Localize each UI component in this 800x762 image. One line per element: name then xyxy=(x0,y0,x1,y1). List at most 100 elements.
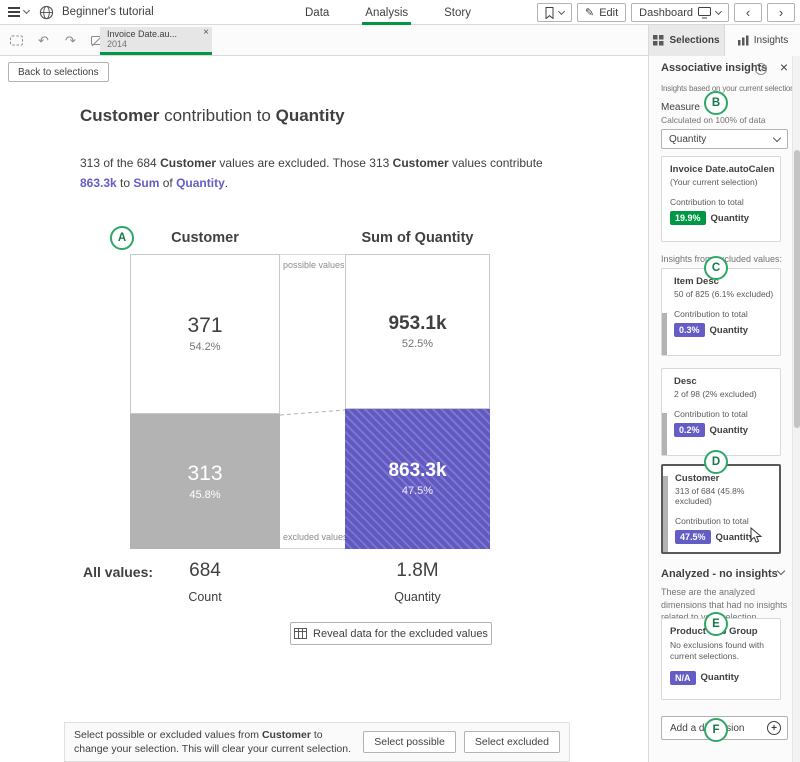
next-sheet-button[interactable]: › xyxy=(767,3,795,22)
chevron-down-icon xyxy=(773,133,781,141)
measure-select[interactable]: Quantity xyxy=(661,129,788,149)
tab-insights[interactable]: Insights xyxy=(724,25,800,56)
reveal-data-button[interactable]: Reveal data for the excluded values xyxy=(290,622,492,645)
main-content: Back to selections Customer contribution… xyxy=(0,56,648,762)
bookmark-icon xyxy=(545,7,554,19)
prev-sheet-button[interactable]: ‹ xyxy=(734,3,762,22)
current-selection-card[interactable]: Invoice Date.autoCalen... (Your current … xyxy=(661,156,781,242)
step-forward-icon: ↷ xyxy=(65,33,76,49)
panel-tabs: Selections Insights xyxy=(648,25,800,56)
select-possible-button[interactable]: Select possible xyxy=(363,731,456,753)
associative-insights-panel: Associative insights ? × Insights based … xyxy=(648,56,800,762)
quantity-excluded-segment[interactable]: 863.3k 47.5% xyxy=(345,409,490,549)
tab-selections[interactable]: Selections xyxy=(648,25,724,56)
insight-card-desc[interactable]: Desc 2 of 98 (2% excluded) Contribution … xyxy=(661,368,781,456)
quantity-bar: 953.1k 52.5% 863.3k 47.5% xyxy=(345,254,490,549)
contribution-badge: 0.3% xyxy=(674,323,705,337)
excluded-pct: 47.5% xyxy=(402,485,433,497)
plus-icon: + xyxy=(767,721,781,735)
annotation-d: D xyxy=(704,450,728,474)
view-tabs: Data Analysis Story xyxy=(302,0,474,25)
selections-step-back-button[interactable]: ↶ xyxy=(32,29,55,52)
lasso-selection-button[interactable] xyxy=(5,29,28,52)
chevron-down-icon xyxy=(715,7,722,14)
edit-button[interactable]: ✎ Edit xyxy=(577,3,626,22)
hamburger-icon xyxy=(8,7,20,17)
chevron-down-icon[interactable] xyxy=(777,567,785,575)
insight-card-item-desc[interactable]: Item Desc 50 of 825 (6.1% excluded) Cont… xyxy=(661,268,781,356)
chart-body: 371 54.2% 313 45.8% possible values excl… xyxy=(130,254,490,549)
selections-step-forward-button[interactable]: ↷ xyxy=(59,29,82,52)
insight-card-customer[interactable]: Customer 313 of 684 (45.8% excluded) Con… xyxy=(661,464,781,554)
help-icon[interactable]: ? xyxy=(755,63,767,75)
chevron-right-icon: › xyxy=(779,5,783,20)
mouse-cursor-icon xyxy=(750,527,763,544)
measure-select-value: Quantity xyxy=(669,134,706,145)
customer-possible-segment[interactable]: 371 54.2% xyxy=(130,254,280,414)
contribution-chart: Customer Sum of Quantity 371 54.2% 313 4… xyxy=(130,224,490,619)
lasso-selection-icon xyxy=(9,33,24,48)
dashboard-button[interactable]: Dashboard xyxy=(631,3,729,22)
excluded-proportion-bar xyxy=(662,313,667,355)
possible-count: 371 xyxy=(187,314,222,338)
annotation-e: E xyxy=(704,612,728,636)
close-icon[interactable]: × xyxy=(780,59,788,75)
customer-bar: 371 54.2% 313 45.8% xyxy=(130,254,280,549)
chip-field-name: Invoice Date.au... xyxy=(107,29,198,39)
back-to-selections-button[interactable]: Back to selections xyxy=(8,62,109,82)
possible-pct: 54.2% xyxy=(189,341,220,353)
annotation-b: B xyxy=(704,91,728,115)
contribution-badge: 19.9% xyxy=(670,211,706,225)
excluded-proportion-bar xyxy=(662,413,667,455)
measure-label: Measure xyxy=(661,102,700,113)
select-excluded-button[interactable]: Select excluded xyxy=(464,731,560,753)
measure-note: Calculated on 100% of data xyxy=(661,115,765,125)
possible-pct: 52.5% xyxy=(402,338,433,350)
annotation-a: A xyxy=(110,226,134,250)
contribution-badge: 47.5% xyxy=(675,530,711,544)
pencil-icon: ✎ xyxy=(585,6,594,19)
chevron-down-icon xyxy=(23,7,30,14)
chip-close-icon[interactable]: × xyxy=(203,28,209,38)
quantity-possible-segment[interactable]: 953.1k 52.5% xyxy=(345,254,490,409)
tab-analysis[interactable]: Analysis xyxy=(362,0,411,25)
page-title: Customer contribution to Quantity xyxy=(80,106,345,126)
grid-icon xyxy=(653,35,664,46)
insights-icon xyxy=(737,35,749,46)
step-back-icon: ↶ xyxy=(38,33,49,49)
chevron-left-icon: ‹ xyxy=(746,5,750,20)
contribution-badge: 0.2% xyxy=(674,423,705,437)
annotation-c: C xyxy=(704,256,728,280)
panel-scrollbar[interactable] xyxy=(792,56,800,762)
possible-sum: 953.1k xyxy=(388,313,446,335)
selection-action-bar: Select possible or excluded values from … xyxy=(64,722,570,762)
bookmark-button[interactable] xyxy=(537,3,572,22)
excluded-count: 313 xyxy=(187,462,222,486)
customer-excluded-segment[interactable]: 313 45.8% xyxy=(130,414,280,549)
chart-left-header: Customer xyxy=(130,230,280,246)
annotation-f: F xyxy=(704,718,728,742)
top-bar: Beginner's tutorial Data Analysis Story … xyxy=(0,0,800,25)
chart-connector-region: possible values excluded values xyxy=(280,254,345,549)
app-logo-icon xyxy=(39,5,54,20)
excluded-values-label: excluded values xyxy=(283,532,348,542)
app-title: Beginner's tutorial xyxy=(62,6,154,18)
tab-data[interactable]: Data xyxy=(302,0,332,25)
analyzed-no-insights-toggle[interactable]: Analyzed - no insights xyxy=(661,568,778,580)
selection-hint-text: Select possible or excluded values from … xyxy=(74,728,355,756)
chevron-down-icon xyxy=(558,7,565,14)
tab-story[interactable]: Story xyxy=(441,0,474,25)
contribution-badge: N/A xyxy=(670,671,696,685)
selection-bar: ↶ ↷ Invoice Date.au... 2014 × Selections… xyxy=(0,25,800,56)
excluded-sum: 863.3k xyxy=(388,460,446,482)
insight-description: 313 of the 684 Customer values are exclu… xyxy=(80,154,575,194)
main-menu-button[interactable] xyxy=(6,0,31,24)
chip-selected-value: 2014 xyxy=(107,39,198,49)
panel-subtitle: Insights based on your current selection… xyxy=(661,84,793,93)
quantity-total: 1.8M Quantity xyxy=(345,560,490,604)
monitor-icon xyxy=(698,7,711,19)
excluded-pct: 45.8% xyxy=(189,489,220,501)
selection-chip-invoice-date[interactable]: Invoice Date.au... 2014 × xyxy=(100,27,212,55)
excluded-proportion-bar xyxy=(663,476,668,552)
scrollbar-thumb[interactable] xyxy=(794,150,800,428)
